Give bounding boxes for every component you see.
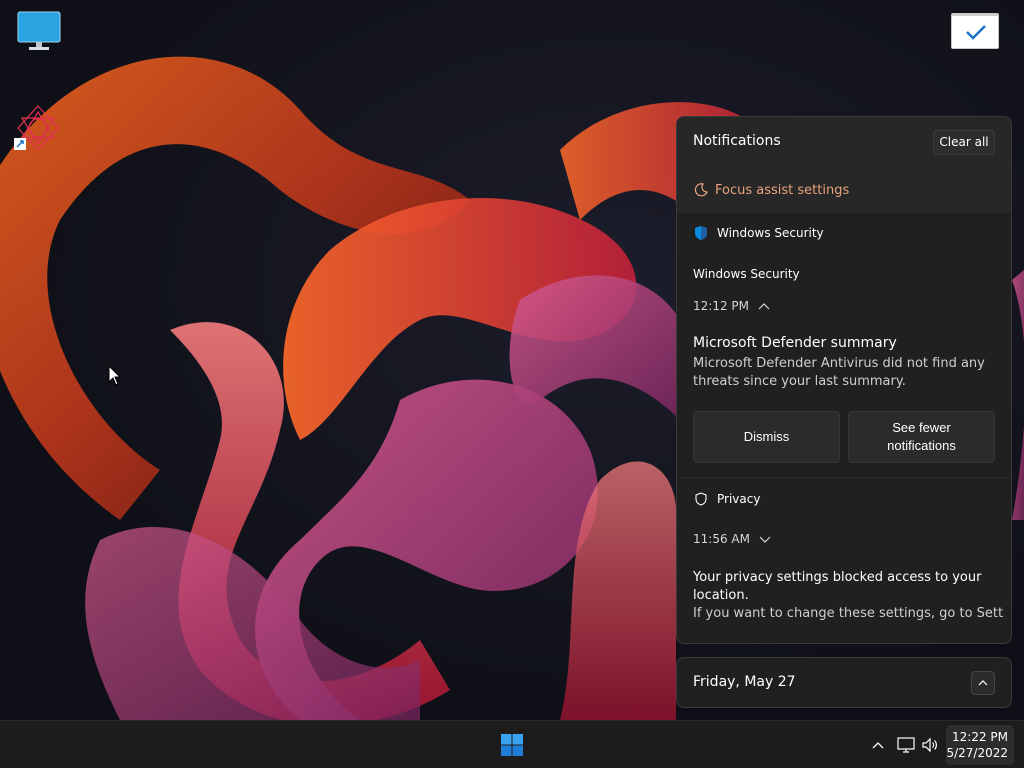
taskbar-clock[interactable]: 12:22 PM 5/27/2022 — [946, 725, 1014, 765]
chevron-up-icon — [758, 303, 770, 310]
chevron-down-icon — [759, 536, 771, 543]
this-pc-desktop-icon[interactable] — [16, 8, 64, 56]
checkmark-widget[interactable] — [951, 13, 999, 49]
clear-all-button[interactable]: Clear all — [933, 130, 995, 155]
clock-date: 5/27/2022 — [946, 746, 1008, 760]
privacy-group-label: Privacy — [717, 492, 761, 506]
shield-icon — [695, 226, 707, 240]
app-shortcut-desktop-icon[interactable] — [14, 104, 62, 152]
notification-divider — [677, 477, 1011, 478]
notification-title: Your privacy settings blocked access to … — [693, 570, 982, 603]
notification-body: Microsoft Defender Antivirus did not fin… — [693, 356, 985, 389]
notification-body: If you want to change these settings, go… — [693, 606, 1003, 621]
volume-button[interactable] — [920, 735, 940, 755]
checkmark-icon — [966, 25, 986, 40]
calendar-collapse-button[interactable] — [971, 671, 995, 695]
notifications-title: Notifications — [693, 133, 781, 149]
notification-app-name: Windows Security — [693, 267, 800, 281]
volume-icon — [922, 737, 937, 753]
start-button[interactable] — [498, 731, 526, 759]
mouse-cursor-icon — [108, 365, 122, 386]
monitor-icon — [17, 11, 61, 50]
geometric-logo-icon — [14, 105, 59, 151]
notification-title: Microsoft Defender summary — [693, 335, 897, 351]
notification-time-toggle[interactable]: 12:12 PM — [693, 299, 771, 313]
windows-security-group-label: Windows Security — [717, 226, 824, 240]
chevron-up-icon — [978, 680, 988, 686]
privacy-group-header[interactable]: Privacy — [693, 491, 760, 507]
focus-assist-settings-link[interactable]: Focus assist settings — [693, 179, 849, 201]
chevron-up-icon — [872, 742, 884, 749]
see-fewer-notifications-button[interactable]: See fewer notifications — [848, 411, 995, 463]
network-button[interactable] — [896, 735, 916, 755]
shield-outline-icon — [695, 492, 707, 506]
notification-time: 11:56 AM — [693, 532, 750, 546]
notification-center: Notifications Clear all Focus assist set… — [676, 116, 1012, 644]
dismiss-button[interactable]: Dismiss — [693, 411, 840, 463]
notification-time: 12:12 PM — [693, 299, 749, 313]
calendar-date: Friday, May 27 — [693, 674, 796, 690]
notification-time-toggle[interactable]: 11:56 AM — [693, 532, 772, 546]
notification-header: Notifications Clear all Focus assist set… — [677, 117, 1011, 213]
focus-assist-label: Focus assist settings — [715, 182, 850, 198]
clock-time: 12:22 PM — [952, 730, 1008, 744]
windows-security-group-header[interactable]: Windows Security — [693, 225, 824, 241]
calendar-flyout: Friday, May 27 — [676, 657, 1012, 708]
network-icon — [897, 737, 915, 753]
taskbar: 12:22 PM 5/27/2022 — [0, 720, 1024, 768]
moon-icon — [694, 183, 708, 197]
windows-logo-icon — [501, 734, 523, 756]
tray-overflow-button[interactable] — [868, 735, 888, 755]
